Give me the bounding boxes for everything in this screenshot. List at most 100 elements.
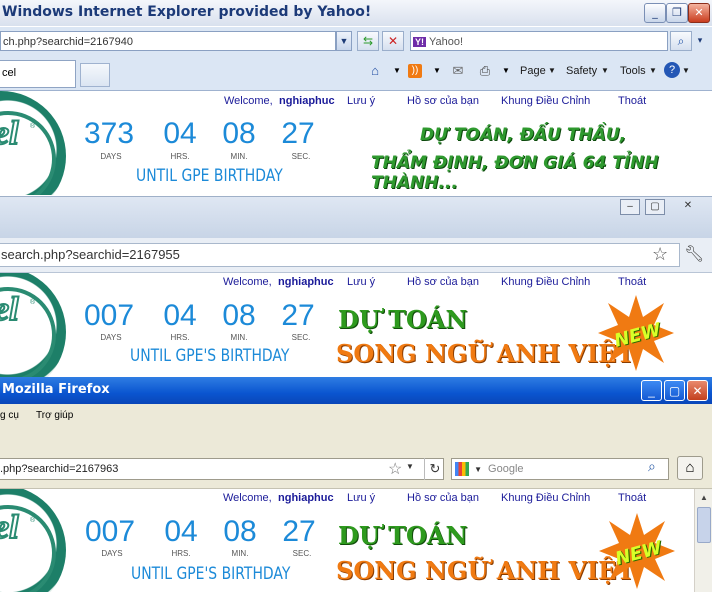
countdown-hrs: 04 [163, 299, 197, 332]
countdown-sec: 27 [281, 299, 315, 332]
page-menu[interactable]: Page [520, 62, 546, 80]
saved-link[interactable]: Lưu ý [347, 492, 375, 504]
registered-mark: ® [30, 123, 36, 130]
days-label: DAYS [101, 549, 123, 558]
maximize-button[interactable]: ▢ [664, 380, 685, 401]
address-dropdown-button[interactable]: ▼ [336, 31, 352, 51]
page-menu-dropdown-icon: ▼ [548, 66, 556, 75]
search-dropdown-icon[interactable]: ▾ [692, 31, 708, 51]
sec-label: SEC. [291, 333, 311, 342]
countdown-min: 08 [223, 515, 257, 548]
registered-mark: ® [30, 299, 36, 306]
ie-address-bar[interactable]: ch.php?searchid=2167940 [0, 31, 336, 51]
logout-link[interactable]: Thoát [618, 276, 646, 288]
search-engine-dropdown-icon: ▼ [474, 465, 482, 474]
refresh-icon[interactable]: ⇆ [357, 31, 379, 51]
home-icon[interactable]: ⌂ [677, 456, 703, 480]
close-button[interactable]: ✕ [679, 199, 697, 213]
promo-line-1: DỰ TOÁN [338, 305, 468, 334]
home-icon[interactable]: ⌂ [366, 62, 384, 80]
chrome-page-header: el ® Welcome, nghiaphuc Lưu ý Hồ sơ của … [0, 273, 712, 377]
maximize-button[interactable]: ▢ [645, 199, 665, 215]
min-label: MIN. [230, 152, 248, 161]
days-label: DAYS [100, 333, 122, 342]
hrs-label: HRS. [170, 333, 190, 342]
firefox-search-box[interactable]: ▼ Google [451, 458, 669, 480]
ie-search-box[interactable]: Y! Yahoo! [410, 31, 668, 51]
hrs-label: HRS. [171, 549, 191, 558]
safety-menu[interactable]: Safety [566, 62, 597, 80]
ie-page-header: el ® Welcome, nghiaphuc Lưu ý Hồ sơ của … [0, 91, 712, 195]
username-link[interactable]: nghiaphuc [278, 276, 334, 288]
logout-link[interactable]: Thoát [618, 492, 646, 504]
menu-help[interactable]: Trợ giúp [36, 410, 73, 421]
welcome-label: Welcome, [223, 492, 272, 504]
minimize-button[interactable]: _ [641, 380, 662, 401]
bookmark-star-icon[interactable]: ☆ [388, 459, 402, 479]
logout-link[interactable]: Thoát [618, 95, 646, 107]
until-birthday: UNTIL GPE'S BIRTHDAY [130, 346, 290, 366]
safety-menu-dropdown-icon: ▼ [601, 66, 609, 75]
mail-icon[interactable]: ✉ [449, 62, 467, 80]
google-icon [455, 462, 469, 476]
logo-text: el [0, 508, 20, 547]
profile-link[interactable]: Hồ sơ của bạn [407, 95, 479, 107]
control-panel-link[interactable]: Khung Điều Chỉnh [501, 95, 590, 107]
rss-dropdown-icon[interactable]: ▼ [428, 62, 446, 80]
until-birthday: UNTIL GPE'S BIRTHDAY [131, 564, 291, 584]
saved-link[interactable]: Lưu ý [347, 95, 375, 107]
close-button[interactable]: ✕ [688, 3, 710, 23]
username-link[interactable]: nghiaphuc [279, 95, 335, 107]
scroll-up-arrow-icon[interactable]: ▲ [697, 491, 711, 505]
countdown-days: 373 [84, 117, 135, 150]
help-dropdown-icon: ▼ [682, 66, 690, 75]
ie-new-tab-button[interactable] [80, 63, 110, 87]
sec-label: SEC. [292, 549, 312, 558]
middle-address-bar[interactable]: search.php?searchid=2167955 [0, 243, 680, 267]
print-dropdown-icon[interactable]: ▼ [497, 62, 515, 80]
countdown-hrs: 04 [164, 515, 198, 548]
scroll-thumb[interactable] [697, 507, 711, 543]
wrench-icon[interactable]: 🔧︎ [684, 244, 704, 264]
minimize-button[interactable]: _ [644, 3, 666, 23]
menu-tools[interactable]: g cụ [0, 410, 19, 421]
profile-link[interactable]: Hồ sơ của bạn [407, 276, 479, 288]
logo-text: el [0, 290, 20, 329]
firefox-address-bar[interactable]: .php?searchid=2167963 [0, 458, 444, 480]
search-icon[interactable]: ⌕ [670, 31, 692, 51]
tools-menu-dropdown-icon: ▼ [649, 66, 657, 75]
countdown-days: 007 [85, 515, 136, 548]
countdown-min: 08 [222, 117, 256, 150]
firefox-page-header: el ® Welcome, nghiaphuc Lưu ý Hồ sơ của … [0, 489, 694, 592]
welcome-label: Welcome, [223, 276, 272, 288]
control-panel-link[interactable]: Khung Điều Chỉnh [501, 276, 590, 288]
welcome-label: Welcome, [224, 95, 273, 107]
close-button[interactable]: ✕ [687, 380, 708, 401]
reload-icon[interactable]: ↻ [424, 458, 445, 480]
help-icon[interactable]: ? [664, 62, 680, 78]
bookmark-star-icon[interactable]: ☆ [652, 244, 668, 265]
hrs-label: HRS. [170, 152, 190, 161]
search-icon[interactable]: ⌕ [648, 458, 656, 475]
yahoo-icon: Y! [413, 37, 426, 47]
username-link[interactable]: nghiaphuc [278, 492, 334, 504]
sec-label: SEC. [291, 152, 311, 161]
tools-menu[interactable]: Tools [620, 62, 646, 80]
history-dropdown-icon[interactable]: ▼ [406, 462, 414, 471]
stop-icon[interactable]: ✕ [382, 31, 404, 51]
profile-link[interactable]: Hồ sơ của bạn [407, 492, 479, 504]
logo-text: el [0, 114, 20, 153]
minimize-button[interactable]: – [620, 199, 640, 215]
vertical-scrollbar[interactable]: ▲ [694, 489, 712, 592]
control-panel-link[interactable]: Khung Điều Chỉnh [501, 492, 590, 504]
countdown-hrs: 04 [163, 117, 197, 150]
rss-icon[interactable]: )) [408, 64, 422, 78]
print-icon[interactable]: ⎙ [476, 62, 494, 80]
promo-line-2: SONG NGỮ ANH VIỆT [336, 339, 635, 368]
home-dropdown-icon[interactable]: ▼ [388, 62, 406, 80]
saved-link[interactable]: Lưu ý [347, 276, 375, 288]
ie-tab-active[interactable]: cel [0, 60, 76, 88]
firefox-title-bar: Mozilla Firefox _ ▢ ✕ [0, 377, 712, 404]
promo-line-2: SONG NGỮ ANH VIỆT [336, 556, 635, 585]
maximize-button[interactable]: ❐ [666, 3, 688, 23]
